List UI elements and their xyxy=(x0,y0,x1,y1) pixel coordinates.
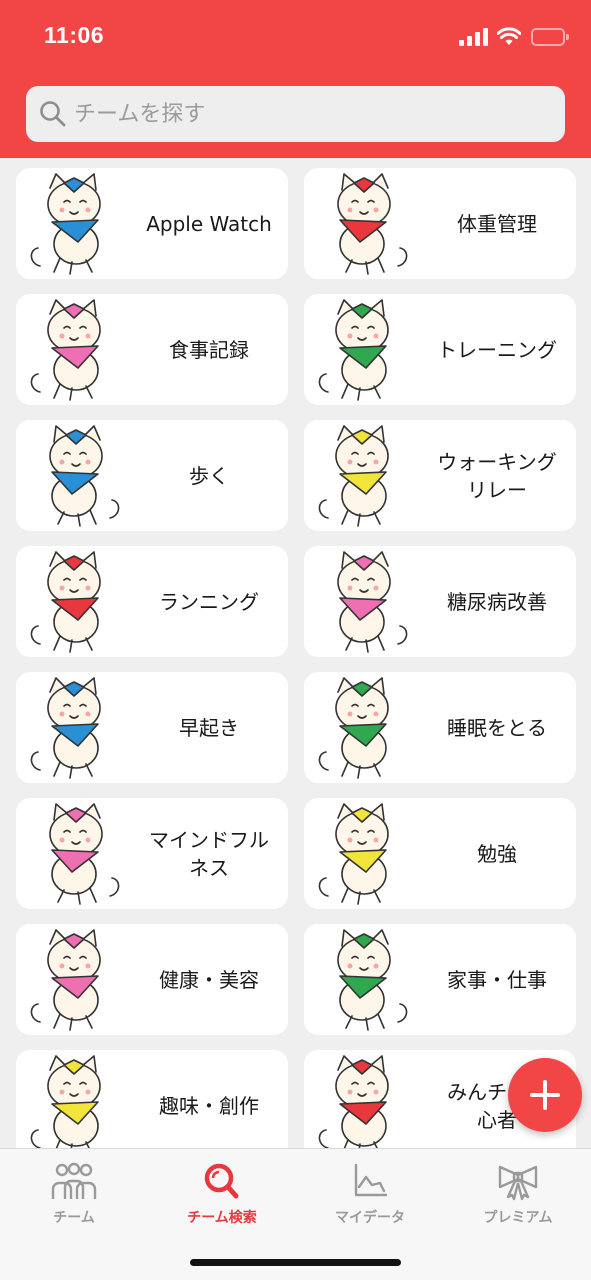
cat-mascot-icon xyxy=(30,1055,101,1148)
cat-mascot-icon xyxy=(318,299,389,401)
status-icons xyxy=(459,26,569,48)
cat-mascot-icon xyxy=(30,929,101,1031)
ribbon-icon xyxy=(498,1165,538,1201)
chart-icon xyxy=(354,1163,388,1197)
category-card[interactable]: 健康・美容 xyxy=(16,924,288,1035)
cat-mascot-icon xyxy=(49,425,120,527)
category-card[interactable]: 体重管理 xyxy=(304,168,576,279)
battery-icon xyxy=(531,28,571,46)
category-label: 家事・仕事 xyxy=(447,967,547,992)
create-team-button[interactable] xyxy=(508,1058,582,1132)
category-card[interactable]: 歩く xyxy=(16,420,288,531)
cat-mascot-icon xyxy=(337,929,408,1031)
category-label: 歩く xyxy=(189,463,229,488)
cat-mascot-icon xyxy=(337,173,408,275)
cat-mascot-icon xyxy=(318,425,389,527)
cat-mascot-icon xyxy=(318,803,389,905)
plus-icon xyxy=(530,1080,560,1110)
category-card[interactable]: Apple Watch xyxy=(16,168,288,279)
category-label: 健康・美容 xyxy=(159,967,259,992)
search-bar[interactable] xyxy=(26,86,565,142)
team-icon xyxy=(51,1162,97,1199)
category-label: ウォーキング リレー xyxy=(437,449,557,502)
category-label: 体重管理 xyxy=(457,211,537,236)
category-card[interactable]: トレーニング xyxy=(304,294,576,405)
tab-my-data[interactable]: マイデータ xyxy=(296,1149,444,1239)
app-header: 11:06 xyxy=(0,0,591,158)
tab-label: チーム xyxy=(53,1210,95,1226)
tab-premium[interactable]: プレミアム xyxy=(444,1149,591,1239)
category-grid: Apple Watch 体重管理食事記録 トレーニング歩く ウォーキング リレーランニ… xyxy=(0,158,591,1148)
cat-mascot-icon xyxy=(30,551,101,653)
signal-icon xyxy=(459,28,489,46)
category-label: トレーニング xyxy=(437,337,557,362)
category-label: 睡眠をとる xyxy=(447,715,547,740)
status-bar: 11:06 xyxy=(0,0,591,70)
category-card[interactable]: 勉強 xyxy=(304,798,576,909)
category-label: 早起き xyxy=(179,715,239,740)
tab-team-search[interactable]: チーム検索 xyxy=(148,1149,296,1239)
category-label: ランニング xyxy=(159,589,259,614)
category-label: 食事記録 xyxy=(169,337,249,362)
category-card[interactable]: マインドフル ネス xyxy=(16,798,288,909)
tab-label: プレミアム xyxy=(483,1210,553,1226)
category-card[interactable]: 糖尿病改善 xyxy=(304,546,576,657)
category-label: マインドフル ネス xyxy=(149,827,269,880)
wifi-icon xyxy=(497,27,521,45)
tab-label: マイデータ xyxy=(335,1210,405,1226)
category-card[interactable]: 食事記録 xyxy=(16,294,288,405)
cat-mascot-icon xyxy=(318,1055,389,1148)
tab-label: チーム検索 xyxy=(187,1210,257,1226)
home-indicator xyxy=(190,1259,401,1266)
category-card[interactable]: ランニング xyxy=(16,546,288,657)
status-time: 11:06 xyxy=(44,22,105,48)
category-card[interactable]: 早起き xyxy=(16,672,288,783)
cat-mascot-icon xyxy=(337,551,408,653)
category-card[interactable]: 睡眠をとる xyxy=(304,672,576,783)
category-card[interactable]: ウォーキング リレー xyxy=(304,420,576,531)
magnifier-icon xyxy=(40,101,66,127)
cat-mascot-icon xyxy=(30,299,101,401)
category-label: Apple Watch xyxy=(146,211,272,236)
category-label: 勉強 xyxy=(477,841,517,866)
category-label: 糖尿病改善 xyxy=(447,589,547,614)
category-label: 趣味・創作 xyxy=(159,1093,259,1118)
team-search-icon xyxy=(204,1163,239,1199)
category-card[interactable]: 家事・仕事 xyxy=(304,924,576,1035)
category-card[interactable]: 趣味・創作 xyxy=(16,1050,288,1148)
cat-mascot-icon xyxy=(30,677,101,779)
search-input[interactable] xyxy=(74,86,554,142)
cat-mascot-icon xyxy=(30,173,101,275)
cat-mascot-icon xyxy=(318,677,389,779)
tab-team[interactable]: チーム xyxy=(0,1149,148,1239)
cat-mascot-icon xyxy=(49,803,120,905)
